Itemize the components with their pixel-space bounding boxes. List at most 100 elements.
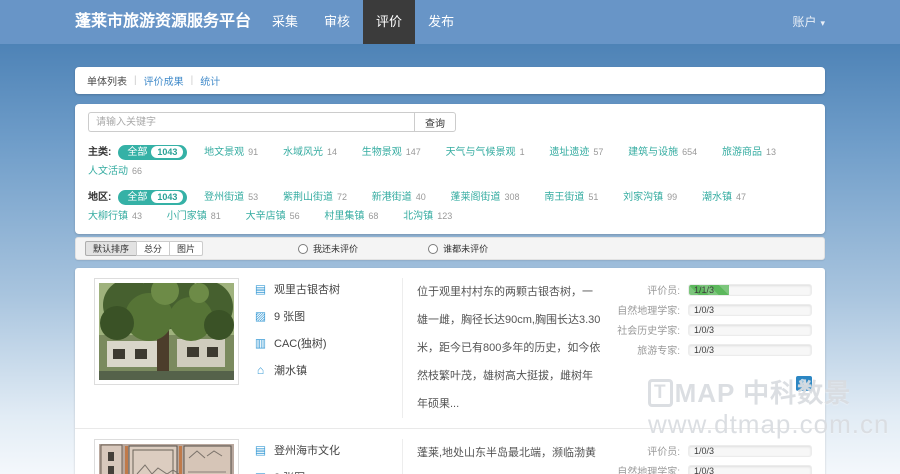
filter-chip[interactable]: 潮水镇47: [702, 188, 746, 207]
filter-chip[interactable]: 北沟镇123: [403, 207, 452, 226]
filter-chip[interactable]: 天气与气候景观 1: [446, 143, 525, 162]
filter-chip-name: 人文活动: [88, 166, 128, 177]
evaluator-label: 社会历史学家:: [602, 322, 680, 337]
search-group: 查询: [88, 112, 456, 132]
filter-chip-name: 建筑与设施: [628, 147, 678, 158]
filter-chip[interactable]: 建筑与设施 654: [628, 143, 697, 162]
tab-separator: |: [191, 75, 194, 86]
filter-chip[interactable]: 大辛店镇56: [246, 207, 300, 226]
tab-item: | 评价成果: [127, 73, 184, 88]
radio-label: 我还未评价: [313, 242, 358, 255]
account-label: 账户: [792, 15, 816, 29]
filter-chip-name: 新港街道: [372, 192, 412, 203]
filter-chip-name: 刘家沟镇: [623, 192, 663, 203]
item-code: CAC(独树): [274, 335, 327, 351]
filter-chip[interactable]: 新港街道40: [372, 188, 426, 207]
filter-chip-count: 43: [132, 211, 142, 221]
filter-chip-name: 紫荆山街道: [283, 192, 333, 203]
filter-label: 主类:: [88, 147, 111, 158]
filter-chip-count: 66: [132, 166, 142, 176]
filter-chip-name: 天气与气候景观: [446, 147, 516, 158]
filter-chip[interactable]: 南王街道 51: [544, 188, 598, 207]
filter-chip[interactable]: 水域风光14: [283, 143, 337, 162]
nav-item[interactable]: 审核: [311, 0, 363, 44]
item-photo[interactable]: [94, 439, 239, 474]
tab-link[interactable]: 单体列表: [87, 73, 127, 88]
filter-chip-count: 51: [588, 192, 598, 202]
radio-option[interactable]: 我还未评价: [298, 242, 358, 255]
filter-chip-count: 91: [248, 147, 258, 157]
filter-chip[interactable]: 紫荆山街道72: [283, 188, 347, 207]
brand-title[interactable]: 蓬莱市旅游资源服务平台: [75, 0, 251, 44]
filter-chip[interactable]: 人文活动 66: [88, 162, 142, 181]
filter-chip-count: 654: [682, 147, 697, 157]
filter-all-pill[interactable]: 全部1043: [118, 190, 187, 205]
item-photo-count: 9 张图: [274, 308, 305, 324]
progress-bar: 1/0/3: [688, 445, 812, 457]
nav-item[interactable]: 评价: [363, 0, 415, 44]
filter-all-pill[interactable]: 全部1043: [118, 145, 187, 160]
tree-photo-graphic: [99, 283, 234, 380]
filter-chip-name: 村里集镇: [324, 211, 364, 222]
filter-chip-count: 68: [368, 211, 378, 221]
search-input[interactable]: [88, 112, 414, 132]
filter-chip-name: 南王街道: [544, 192, 584, 203]
filter-chip-name: 水域风光: [283, 147, 323, 158]
sort-button[interactable]: 默认排序: [85, 241, 137, 256]
edit-icon: ✎: [800, 378, 808, 389]
filter-chip-count: 1: [520, 147, 525, 157]
app-root: { "navbar": { "brand": "蓬莱市旅游资源服务平台", "i…: [0, 0, 900, 474]
progress-value: 1/0/3: [694, 305, 714, 316]
filter-chip[interactable]: 大柳行镇43: [88, 207, 142, 226]
search-button[interactable]: 查询: [414, 112, 456, 132]
filter-chip-name: 小门家镇: [167, 211, 207, 222]
evaluator-label: 评价员:: [602, 282, 680, 297]
filter-chip-count: 53: [248, 192, 258, 202]
tab-link[interactable]: 统计: [200, 73, 220, 88]
region-filter: 地区:全部1043 登州街道53 紫荆山街道72 新港街道40 蓬莱阁街道308…: [88, 188, 812, 226]
filter-chip-count: 47: [736, 192, 746, 202]
filter-chip[interactable]: 小门家镇81: [167, 207, 221, 226]
radio-icon[interactable]: [428, 244, 438, 254]
account-menu[interactable]: 账户▾: [792, 0, 825, 44]
filter-chip[interactable]: 登州街道53: [204, 188, 258, 207]
page-container: | 单体列表 | 评价成果 | 统计 查询 主类:全部1043 地文景观91: [75, 67, 825, 474]
sort-button-label: 默认排序: [93, 242, 129, 255]
item-title: 观里古银杏树: [274, 281, 340, 297]
item-title-line: ▤观里古银杏树: [254, 281, 402, 297]
filter-panel: 查询 主类: 全部1043 地文景观91 水域风光14 生物景观147 天气与气候…: [75, 104, 825, 234]
navbar-inner: 蓬莱市旅游资源服务平台 采集 审核 评价 发布 账户▾: [75, 0, 825, 44]
item-description: 蓬莱,地处山东半岛最北端，濒临渤黄二海，海岸线总长度为59.26公里，依山傍水，…: [402, 439, 602, 474]
filter-chip[interactable]: 刘家沟镇99: [623, 188, 677, 207]
filter-chip[interactable]: 村里集镇 68: [324, 207, 378, 226]
filter-all-count-badge: 1043: [151, 191, 183, 203]
filter-chip-name: 大辛店镇: [246, 211, 286, 222]
sort-button-label: 总分: [144, 242, 162, 255]
evaluation-rows: 评价员: 1/1/3 自然地理学家: 1/0/3 社会历史学家: 1/0/3: [602, 282, 812, 362]
tab-link[interactable]: 评价成果: [144, 73, 184, 88]
item-region: 潮水镇: [274, 362, 307, 378]
item-photos-line: ▨3 张图: [254, 469, 402, 474]
filter-chip[interactable]: 遗址遗迹57: [549, 143, 603, 162]
radio-icon[interactable]: [298, 244, 308, 254]
evaluator-label: 自然地理学家:: [602, 302, 680, 317]
progress-value: 1/0/3: [694, 325, 714, 336]
filter-all-count-badge: 1043: [151, 146, 183, 158]
edit-button[interactable]: ✎: [796, 376, 812, 391]
radio-option[interactable]: 谁都未评价: [428, 242, 488, 255]
item-evaluations: 评价员: 1/0/3 自然地理学家: 1/0/3 社会历史学家: 1/0/3: [602, 439, 824, 474]
list-item: ▤登州海市文化 ▨3 张图 ▥HBB(文学艺术作品) ⌂蓬莱阁街道 蓬莱,地处山…: [75, 429, 825, 474]
nav-item[interactable]: 发布: [415, 0, 467, 44]
image-icon: ▨: [254, 309, 267, 323]
sort-button[interactable]: 总分: [136, 241, 170, 256]
filter-chip[interactable]: 地文景观91: [204, 143, 258, 162]
item-meta: ▤登州海市文化 ▨3 张图 ▥HBB(文学艺术作品) ⌂蓬莱阁街道: [239, 439, 402, 474]
filter-chip[interactable]: 蓬莱阁街道308: [451, 188, 520, 207]
sort-button[interactable]: 图片: [169, 241, 203, 256]
filter-chip[interactable]: 生物景观147: [362, 143, 421, 162]
item-photo[interactable]: [94, 278, 239, 385]
evaluator-label: 自然地理学家:: [602, 463, 680, 474]
nav-item[interactable]: 采集: [259, 0, 311, 44]
filter-chip-count: 147: [406, 147, 421, 157]
filter-chip[interactable]: 旅游商品13: [722, 143, 776, 162]
